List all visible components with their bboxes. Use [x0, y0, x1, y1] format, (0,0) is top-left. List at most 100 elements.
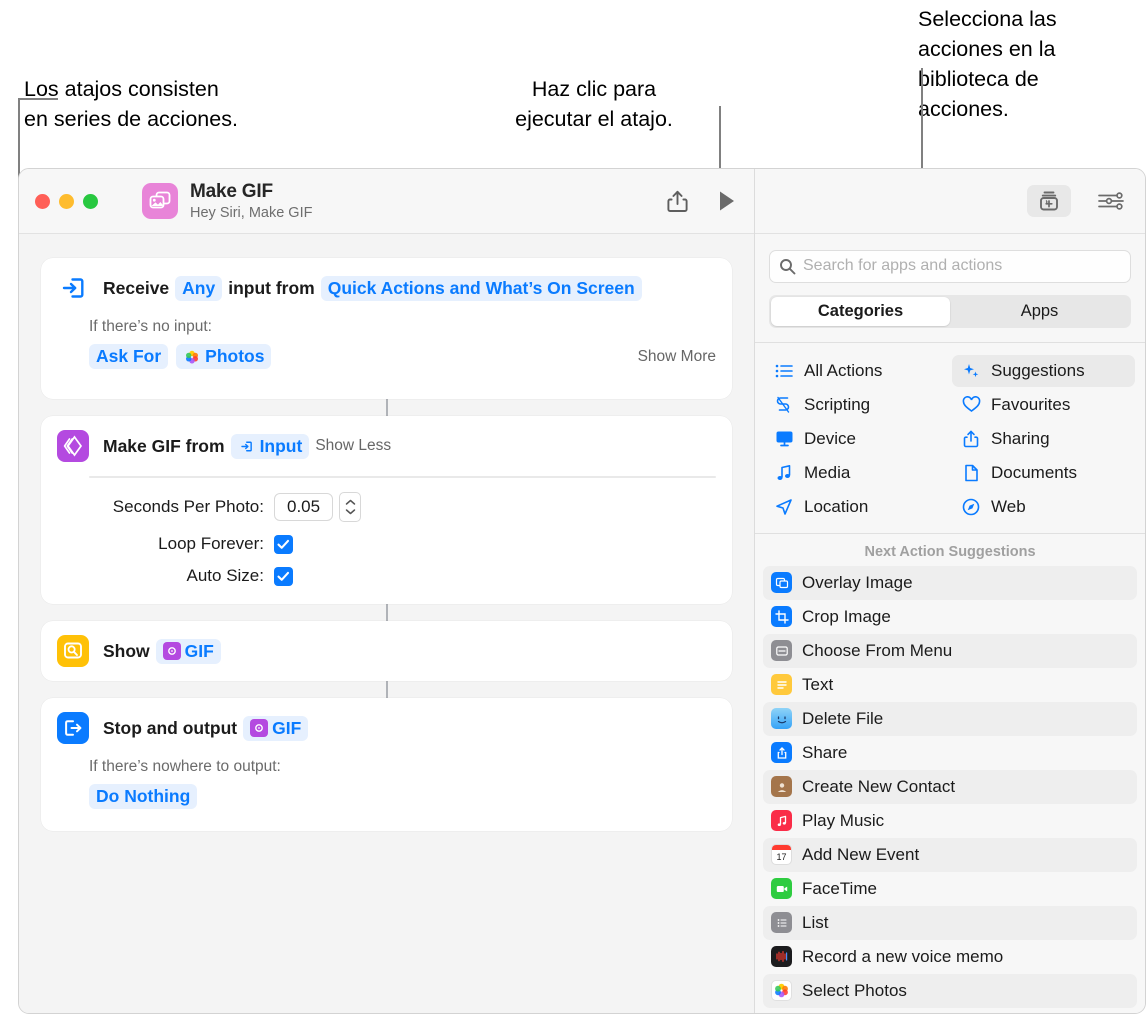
action-word: Make GIF from	[103, 435, 225, 456]
photos-token-label: Photos	[205, 346, 265, 366]
library-search-wrap: Search for apps and actions	[755, 234, 1145, 283]
list-item-label: Play Music	[802, 810, 885, 830]
tab-apps[interactable]: Apps	[950, 297, 1129, 326]
music-note-icon	[774, 464, 794, 482]
calendar-icon: 17	[771, 844, 792, 866]
category-label: Scripting	[804, 394, 871, 414]
contacts-icon	[771, 776, 792, 798]
crop-image-icon	[771, 606, 792, 628]
category-media[interactable]: Media	[765, 457, 948, 489]
category-label: Location	[804, 496, 869, 516]
ask-for-token[interactable]: Ask For	[89, 344, 169, 369]
list-item[interactable]: Choose From Menu	[763, 633, 1137, 668]
callout-run-shortcut: Haz clic para ejecutar el atajo.	[515, 77, 673, 131]
do-nothing-token[interactable]: Do Nothing	[89, 784, 198, 809]
auto-size-checkbox[interactable]	[274, 566, 293, 586]
seconds-per-photo-input[interactable]: 0.05	[274, 493, 334, 521]
category-device[interactable]: Device	[765, 423, 948, 455]
gif-variable-token[interactable]: GIF	[155, 638, 221, 664]
category-documents[interactable]: Documents	[952, 457, 1135, 489]
action-title-stop-output: Stop and output GIF	[103, 715, 309, 741]
action-word: Receive	[103, 277, 170, 298]
input-source-token[interactable]: Quick Actions and What’s On Screen	[320, 275, 642, 301]
close-button[interactable]	[35, 193, 50, 209]
category-all-actions[interactable]: All Actions	[765, 355, 948, 387]
action-card-stop-and-output[interactable]: Stop and output GIF If there’s nowhere t…	[41, 698, 732, 831]
list-item[interactable]: Select Photos	[763, 973, 1137, 1008]
overlay-image-icon	[771, 572, 792, 594]
list-item[interactable]: List	[763, 905, 1137, 940]
list-item-label: List	[802, 912, 829, 932]
sparkles-icon	[961, 362, 981, 380]
show-more-toggle[interactable]: Show More	[638, 348, 716, 366]
library-toolbar	[755, 169, 1145, 234]
list-item[interactable]: Delete File	[763, 701, 1137, 736]
play-icon[interactable]	[718, 190, 736, 212]
seconds-per-photo-label: Seconds Per Photo:	[112, 497, 264, 516]
input-variable-token[interactable]: Input	[230, 433, 310, 459]
category-label: Web	[991, 496, 1026, 516]
action-card-show[interactable]: Show GIF	[41, 621, 732, 681]
input-icon	[238, 437, 256, 455]
receive-input-icon	[57, 272, 89, 304]
gif-variable-token[interactable]: GIF	[243, 715, 309, 741]
editor-toolbar	[667, 190, 736, 213]
category-label: Favourites	[991, 394, 1071, 414]
action-word: input from	[228, 277, 315, 298]
list-item[interactable]: Crop Image	[763, 600, 1137, 634]
action-library-icon[interactable]	[1027, 184, 1071, 217]
callout-shortcuts-series: Los atajos consisten en series de accion…	[24, 77, 238, 131]
action-title-make-gif: Make GIF from Input Show Less	[103, 433, 391, 459]
list-item[interactable]: Text	[763, 668, 1137, 702]
nowhere-to-output-label: If there’s nowhere to output:	[89, 758, 281, 775]
photos-token[interactable]: Photos	[176, 344, 272, 369]
list-item[interactable]: FaceTime	[763, 872, 1137, 906]
traffic-lights[interactable]	[35, 193, 98, 209]
tab-categories[interactable]: Categories	[771, 296, 950, 326]
category-label: Suggestions	[991, 360, 1085, 380]
safari-icon	[961, 498, 981, 516]
show-less-toggle[interactable]: Show Less	[315, 437, 391, 455]
photos-stack-icon	[142, 183, 178, 219]
action-card-make-gif[interactable]: Make GIF from Input Show Less Seconds Pe…	[41, 416, 732, 604]
action-card-receive-input[interactable]: Receive Any input from Quick Actions and…	[41, 258, 732, 399]
category-label: Documents	[991, 462, 1077, 482]
music-app-icon	[771, 810, 792, 832]
loop-forever-label: Loop Forever:	[158, 534, 264, 553]
list-item[interactable]: Share	[763, 736, 1137, 770]
no-input-label: If there’s no input:	[89, 318, 212, 335]
category-sharing[interactable]: Sharing	[952, 423, 1135, 455]
list-icon	[771, 912, 792, 934]
list-item[interactable]: Overlay Image	[763, 565, 1137, 600]
category-web[interactable]: Web	[952, 491, 1135, 523]
list-item[interactable]: Record a new voice memo	[763, 940, 1137, 974]
list-bullet-icon	[774, 363, 794, 379]
list-item[interactable]: Create New Contact	[763, 769, 1137, 804]
category-suggestions[interactable]: Suggestions	[952, 354, 1135, 387]
library-tabs[interactable]: Categories Apps	[769, 294, 1131, 328]
share-icon[interactable]	[667, 190, 688, 213]
list-item[interactable]: 17 Add New Event	[763, 837, 1137, 872]
list-item-label: FaceTime	[802, 878, 877, 898]
minimize-button[interactable]	[59, 193, 74, 209]
category-label: Sharing	[991, 428, 1050, 448]
category-scripting[interactable]: Scripting	[765, 389, 948, 421]
voice-memos-icon	[771, 946, 792, 968]
paper-plane-icon	[774, 498, 794, 516]
search-input[interactable]: Search for apps and actions	[769, 249, 1131, 283]
heart-icon	[961, 396, 981, 413]
list-item-label: Select Photos	[802, 980, 907, 1000]
loop-forever-checkbox[interactable]	[274, 534, 293, 554]
seconds-per-photo-stepper[interactable]	[339, 492, 362, 522]
scripting-icon	[774, 396, 794, 414]
sliders-icon[interactable]	[1097, 190, 1125, 212]
list-item[interactable]: Play Music	[763, 804, 1137, 838]
category-favourites[interactable]: Favourites	[952, 389, 1135, 421]
shortcuts-window: Make GIF Hey Siri, Make GIF Receive Any …	[18, 168, 1146, 1014]
gif-variable-icon	[250, 719, 269, 737]
page-title: Make GIF	[190, 181, 273, 202]
category-location[interactable]: Location	[765, 491, 948, 523]
input-type-token[interactable]: Any	[175, 275, 223, 301]
zoom-button[interactable]	[83, 193, 98, 209]
action-connector	[385, 399, 388, 416]
